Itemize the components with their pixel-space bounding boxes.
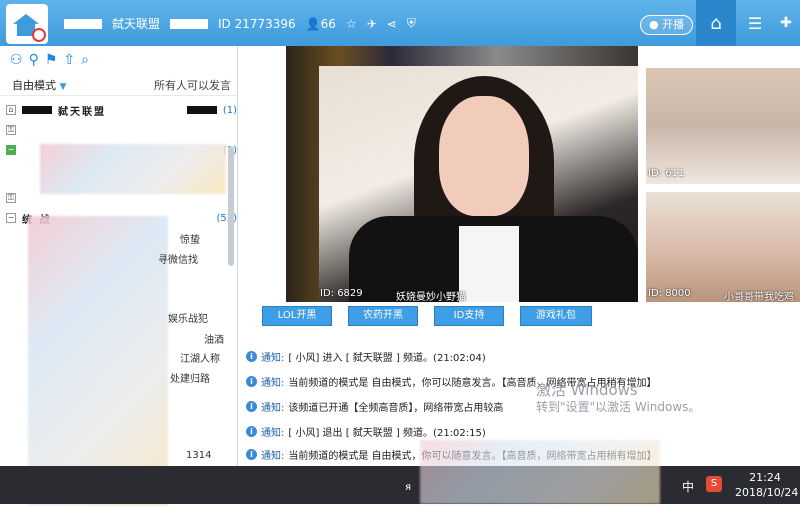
start-broadcast-button[interactable]: ● 开播 <box>640 15 694 35</box>
notice-line: i 通知: 当前频道的模式是 自由模式，你可以随意发言。【高音质，网络带宽占用稍… <box>246 373 800 389</box>
ban-icon <box>32 28 46 42</box>
info-icon: i <box>246 425 257 437</box>
info-icon: i <box>246 350 257 362</box>
redacted-block <box>22 106 52 114</box>
member-name[interactable]: 江湖人称 <box>180 350 220 365</box>
search-icon[interactable]: ⌕ <box>81 52 89 68</box>
side-video-1-id: ID: 611 <box>648 168 685 179</box>
pixelated-region <box>40 144 226 194</box>
pixelated-region <box>420 440 660 504</box>
main-video[interactable]: ID: 6829 妖娆曼妙小野猫 <box>286 46 638 303</box>
location-icon[interactable]: ⚑ <box>45 52 58 68</box>
info-icon: i <box>246 448 257 460</box>
video-content <box>459 226 519 302</box>
notice-line: i 通知: 该频道已开通【全频高音质】，网络带宽占用较高 <box>246 398 800 414</box>
lol-button[interactable]: LOL开黑 <box>262 306 332 326</box>
home-small-icon: ⌂ <box>6 105 16 115</box>
redacted-block <box>64 18 102 29</box>
taskbar <box>0 466 800 504</box>
info-icon: i <box>246 375 257 387</box>
side-video-2[interactable]: ID: 8000 小哥哥带我吃鸡 <box>646 192 800 303</box>
shield-icon[interactable]: ⛨ <box>407 16 416 31</box>
member-name[interactable]: 1314 <box>186 450 211 461</box>
info-icon: i <box>246 400 257 412</box>
redacted-block <box>186 106 217 114</box>
permission-label: 所有人可以发言 <box>154 78 231 92</box>
left-toolbar: ⚇ ⚲ ⚑ ⇧ ⌕ <box>0 46 237 74</box>
mode-dropdown[interactable]: 自由模式 ▼ <box>12 77 66 93</box>
sogou-icon[interactable]: S <box>706 476 722 492</box>
main-video-id: ID: 6829 <box>320 288 363 299</box>
chevron-down-icon: ▼ <box>59 81 67 92</box>
lock-icon: ⚿ <box>6 125 16 135</box>
taskbar-clock[interactable]: 21:24 2018/10/24 <box>735 470 798 500</box>
upload-icon[interactable]: ⇧ <box>63 52 75 68</box>
member-name[interactable]: 娱乐战犯 <box>168 310 208 325</box>
user-icon: 👤 <box>305 16 321 31</box>
video-content <box>439 96 529 216</box>
channel-name: 弑天联盟 <box>112 17 161 31</box>
side-video-2-name: 小哥哥带我吃鸡 <box>724 292 794 303</box>
redacted-block <box>170 18 209 29</box>
channel-title: 弑天联盟 ID 21773396 👤66 ☆ ✈ ⋖ ⛨ <box>64 15 416 32</box>
mode-row: 自由模式 ▼ 所有人可以发言 <box>0 74 237 96</box>
plane-icon[interactable]: ✈ <box>367 17 377 31</box>
ime-indicator[interactable]: 中 <box>682 478 694 495</box>
taskbar-label: я <box>405 482 412 493</box>
star-icon[interactable]: ☆ <box>346 17 357 31</box>
collapse-icon[interactable]: − <box>6 213 16 223</box>
notice-line: i 通知: [ 小风] 退出 [ 弑天联盟 ] 频道。(21:02:15) <box>246 423 800 439</box>
channel-id: ID 21773396 <box>218 16 296 31</box>
users-icon[interactable]: ⚇ <box>10 52 23 68</box>
app-logo[interactable] <box>6 4 48 44</box>
notice-line: i 通知: [ 小风] 进入 [ 弑天联盟 ] 频道。(21:02:04) <box>246 348 800 364</box>
side-video-2-id: ID: 8000 <box>648 288 691 299</box>
online-count: 👤66 <box>305 16 336 31</box>
lock-icon: ⚿ <box>6 193 16 203</box>
search-user-icon[interactable]: ⚲ <box>29 52 39 68</box>
channel-tree-panel: ⚇ ⚲ ⚑ ⇧ ⌕ 自由模式 ▼ 所有人可以发言 ⌂ 弑天联盟 (1) ⚿ − … <box>0 46 238 506</box>
member-name[interactable]: 油酒 <box>204 331 224 346</box>
pixelated-region <box>28 216 168 506</box>
windows-activation-watermark: 激活 Windows 转到"设置"以激活 Windows。 <box>536 381 701 415</box>
main-video-name: 妖娆曼妙小野猫 <box>396 292 466 303</box>
id-support-button[interactable]: ID支持 <box>434 306 504 326</box>
game-gift-button[interactable]: 游戏礼包 <box>520 306 592 326</box>
tree-row[interactable]: ⌂ 弑天联盟 (1) <box>6 100 237 120</box>
collapse-icon[interactable]: − <box>6 145 16 155</box>
title-bar: 弑天联盟 ID 21773396 👤66 ☆ ✈ ⋖ ⛨ ● 开播 ⌂ ☰ ✚ <box>0 0 800 46</box>
member-name[interactable]: 处建归路 <box>170 370 210 385</box>
main-video-frame <box>319 66 638 302</box>
side-video-1[interactable]: ID: 611 <box>646 68 800 184</box>
list-icon[interactable]: ☰ <box>738 0 772 46</box>
tree-row[interactable]: ⚿ <box>6 120 237 140</box>
tree-scrollbar[interactable] <box>228 146 234 266</box>
home-icon[interactable]: ⌂ <box>696 0 736 46</box>
share-icon[interactable]: ⋖ <box>387 17 397 31</box>
member-name[interactable]: 惊蛰 <box>180 231 200 246</box>
nongyao-button[interactable]: 农药开黑 <box>348 306 418 326</box>
member-name[interactable]: 寻微信找 <box>158 251 198 266</box>
gamepad-icon[interactable]: ✚ <box>772 0 800 46</box>
